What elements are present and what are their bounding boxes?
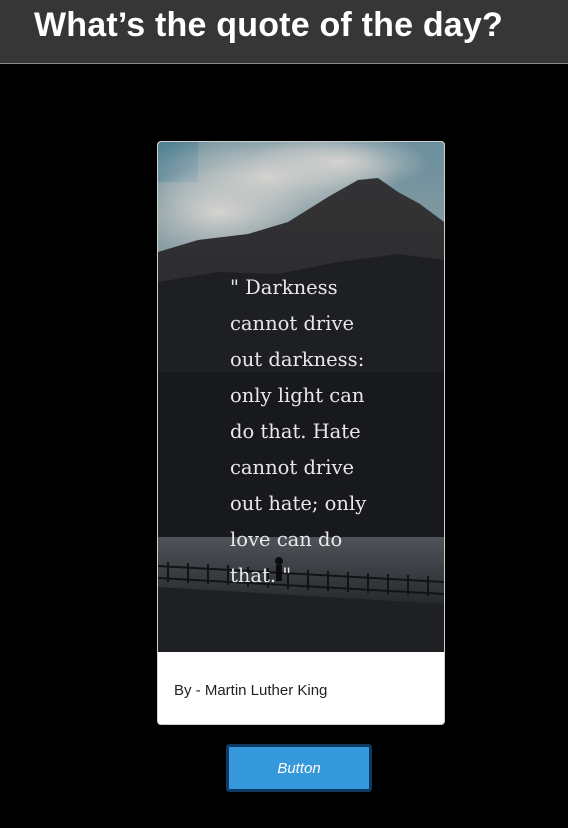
- quote-author: By - Martin Luther King: [174, 682, 328, 699]
- action-button[interactable]: Button: [226, 744, 372, 792]
- quote-card: " Darkness cannot drive out darkness: on…: [157, 141, 445, 725]
- card-footer: By - Martin Luther King: [158, 652, 444, 724]
- page-header: What’s the quote of the day?: [0, 0, 568, 64]
- page-title: What’s the quote of the day?: [34, 6, 503, 44]
- quote-text: " Darkness cannot drive out darkness: on…: [230, 276, 367, 587]
- quote-background-image: " Darkness cannot drive out darkness: on…: [158, 142, 444, 652]
